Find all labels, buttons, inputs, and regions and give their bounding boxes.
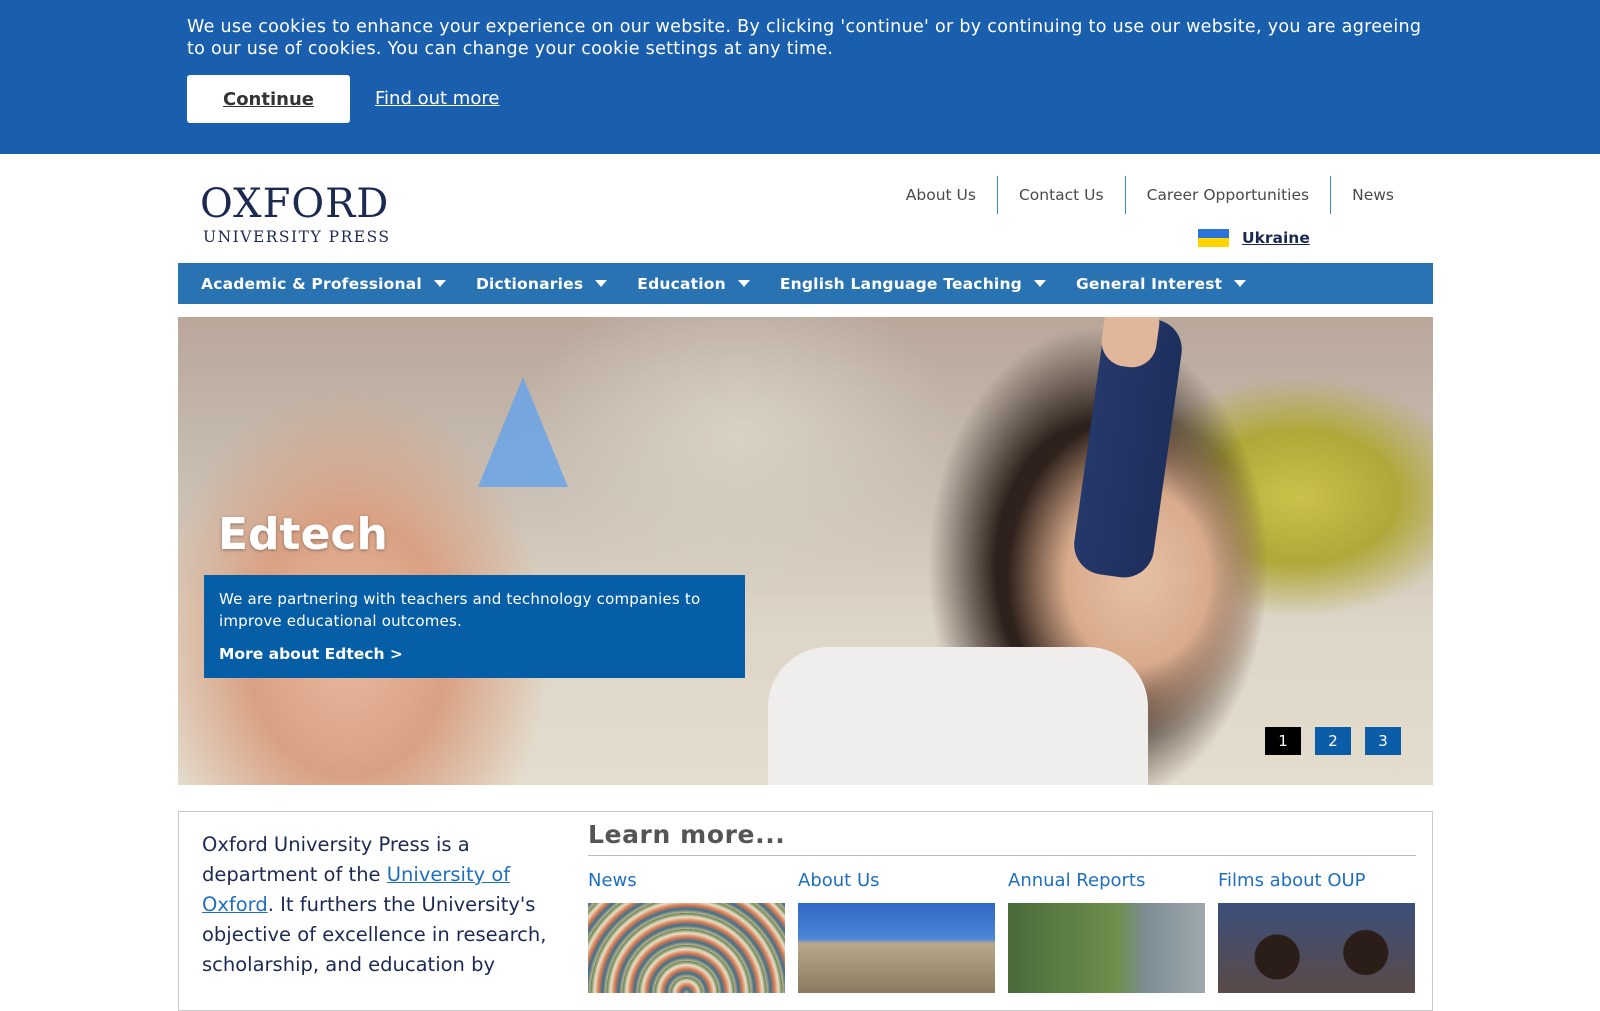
learn-more-card-films[interactable]: Films about OUP <box>1218 870 1415 993</box>
nav-item-label: General Interest <box>1075 274 1223 293</box>
intro-text: Oxford University Press is a department … <box>202 830 562 980</box>
hero-title: Edtech <box>218 509 388 560</box>
nav-item-label: Education <box>637 274 726 293</box>
about-us-thumbnail-image[interactable] <box>798 903 995 993</box>
carousel-pager: 1 2 3 <box>1265 727 1415 755</box>
main-nav: Academic & Professional Dictionaries Edu… <box>178 263 1433 304</box>
hero-image-detail <box>478 377 568 487</box>
logo-main-text: OXFORD <box>200 181 390 227</box>
caret-down-icon <box>1234 280 1247 287</box>
hero-caption-box: We are partnering with teachers and tech… <box>204 575 745 678</box>
ukraine-flag-icon <box>1198 229 1229 247</box>
continue-button[interactable]: Continue <box>187 75 350 123</box>
nav-item-academic-professional[interactable]: Academic & Professional <box>201 275 446 293</box>
hero-carousel: Edtech We are partnering with teachers a… <box>178 317 1433 785</box>
hero-description: We are partnering with teachers and tech… <box>219 590 701 630</box>
find-out-more-link[interactable]: Find out more <box>375 88 499 109</box>
cookie-banner: We use cookies to enhance your experienc… <box>0 0 1600 154</box>
top-link-contact-us[interactable]: Contact Us <box>996 176 1125 214</box>
ukraine-link[interactable]: Ukraine <box>1242 229 1310 247</box>
logo-sub-text: UNIVERSITY PRESS <box>203 228 391 246</box>
nav-item-general-interest[interactable]: General Interest <box>1075 274 1247 293</box>
top-link-career-opportunities[interactable]: Career Opportunities <box>1124 176 1331 214</box>
caret-down-icon <box>737 280 750 287</box>
news-thumbnail-image[interactable] <box>588 903 785 993</box>
nav-item-english-language-teaching[interactable]: English Language Teaching <box>780 275 1046 293</box>
caret-down-icon <box>1033 280 1046 287</box>
hero-more-link[interactable]: More about Edtech > <box>219 645 403 663</box>
learn-more-card-about-us[interactable]: About Us <box>798 870 995 993</box>
top-link-about-us[interactable]: About Us <box>885 176 997 214</box>
learn-more-card-news[interactable]: News <box>588 870 785 993</box>
learn-more-label[interactable]: News <box>588 870 785 898</box>
top-link-news[interactable]: News <box>1330 176 1402 214</box>
nav-item-label: Dictionaries <box>475 274 584 293</box>
learn-more-heading: Learn more... <box>588 820 1416 856</box>
films-thumbnail-image[interactable] <box>1218 903 1415 993</box>
carousel-page-1[interactable]: 1 <box>1265 727 1301 755</box>
cookie-message: We use cookies to enhance your experienc… <box>187 17 1422 59</box>
nav-item-label: English Language Teaching <box>779 274 1022 293</box>
ukraine-notice: Ukraine <box>1198 229 1310 247</box>
carousel-page-3[interactable]: 3 <box>1365 727 1401 755</box>
caret-down-icon <box>433 280 446 287</box>
content-panel: Oxford University Press is a department … <box>178 811 1433 1011</box>
nav-item-label: Academic & Professional <box>201 274 422 293</box>
oup-logo[interactable]: OXFORD UNIVERSITY PRESS <box>200 183 400 249</box>
top-links: About Us Contact Us Career Opportunities… <box>885 176 1402 214</box>
caret-down-icon <box>595 280 608 287</box>
learn-more-card-annual-reports[interactable]: Annual Reports <box>1008 870 1205 993</box>
learn-more-label[interactable]: Annual Reports <box>1008 870 1205 898</box>
learn-more-label[interactable]: About Us <box>798 870 995 898</box>
carousel-page-2[interactable]: 2 <box>1315 727 1351 755</box>
nav-item-education[interactable]: Education <box>637 275 750 293</box>
annual-reports-thumbnail-image[interactable] <box>1008 903 1205 993</box>
hero-image-detail <box>768 647 1148 785</box>
nav-item-dictionaries[interactable]: Dictionaries <box>475 274 608 293</box>
learn-more-label[interactable]: Films about OUP <box>1218 870 1415 898</box>
